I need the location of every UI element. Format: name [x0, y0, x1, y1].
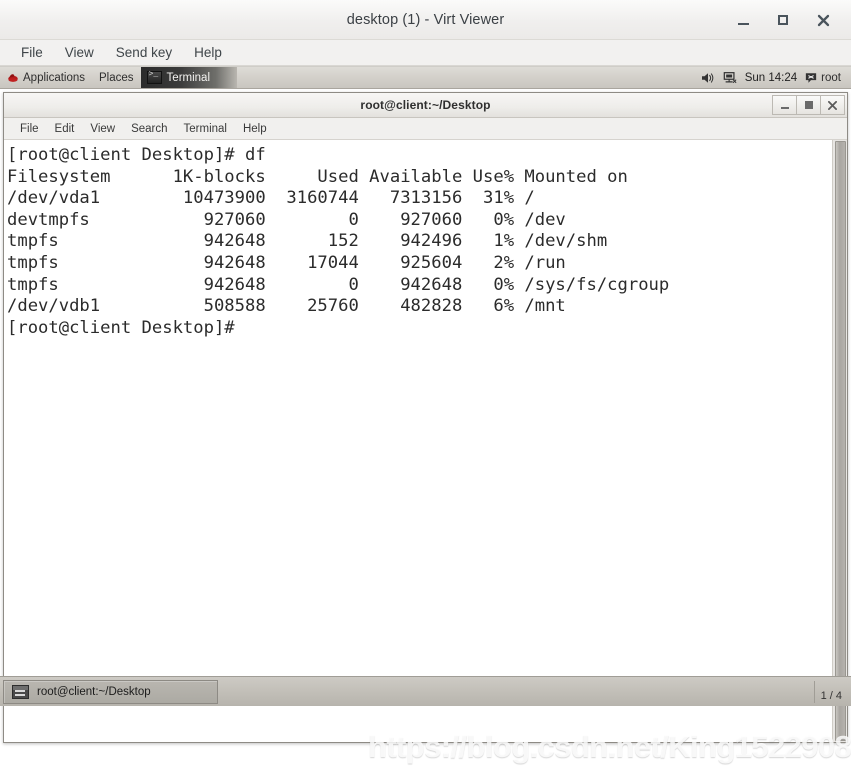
user-status-icon — [805, 72, 817, 84]
virt-viewer-window: desktop (1) - Virt Viewer File View Send… — [0, 0, 851, 706]
taskbar-window-label: root@client:~/Desktop — [37, 686, 151, 698]
viewer-close-button[interactable] — [813, 10, 833, 30]
terminal-menu-terminal[interactable]: Terminal — [176, 122, 235, 136]
terminal-body: [root@client Desktop]# df Filesystem 1K-… — [4, 140, 847, 742]
viewer-menu-file[interactable]: File — [10, 43, 54, 62]
applications-menu-label: Applications — [23, 72, 85, 84]
guest-desktop: Applications Places Terminal — [0, 66, 851, 706]
viewer-menubar: File View Send key Help — [0, 40, 851, 66]
terminal-titlebar: root@client:~/Desktop — [4, 93, 847, 118]
terminal-scrollbar[interactable] — [832, 140, 847, 742]
terminal-menu-file[interactable]: File — [12, 122, 47, 136]
viewer-menu-view[interactable]: View — [54, 43, 105, 62]
terminal-menubar: File Edit View Search Terminal Help — [4, 118, 847, 140]
viewer-window-title: desktop (1) - Virt Viewer — [0, 0, 851, 40]
viewer-window-controls — [733, 0, 843, 40]
viewer-titlebar: desktop (1) - Virt Viewer — [0, 0, 851, 40]
terminal-icon — [12, 685, 29, 699]
taskbar-spacer — [218, 679, 814, 704]
workspace-switcher[interactable]: 1 / 4 — [814, 681, 848, 703]
redhat-logo-icon — [7, 72, 19, 84]
terminal-screen[interactable]: [root@client Desktop]# df Filesystem 1K-… — [4, 140, 832, 742]
volume-icon[interactable] — [701, 72, 715, 84]
terminal-minimize-button[interactable] — [772, 95, 797, 115]
terminal-maximize-button[interactable] — [796, 95, 821, 115]
terminal-window-controls — [773, 95, 845, 115]
terminal-icon — [147, 71, 162, 84]
terminal-close-button[interactable] — [820, 95, 845, 115]
viewer-maximize-button[interactable] — [773, 10, 793, 30]
gnome-top-panel: Applications Places Terminal — [0, 67, 851, 89]
gnome-bottom-panel: root@client:~/Desktop 1 / 4 — [0, 676, 851, 706]
top-panel-window-label: Terminal — [167, 72, 210, 84]
terminal-menu-help[interactable]: Help — [235, 122, 275, 136]
places-menu[interactable]: Places — [92, 67, 141, 88]
taskbar-window-button[interactable]: root@client:~/Desktop — [3, 680, 218, 704]
terminal-scrollbar-thumb[interactable] — [835, 141, 846, 741]
terminal-window-title: root@client:~/Desktop — [4, 93, 847, 117]
terminal-menu-view[interactable]: View — [82, 122, 123, 136]
viewer-minimize-button[interactable] — [733, 10, 753, 30]
gnome-terminal-window: root@client:~/Desktop File Edit View Sea… — [3, 92, 848, 743]
viewer-menu-send-key[interactable]: Send key — [105, 43, 183, 62]
user-name: root — [821, 72, 841, 84]
user-menu[interactable]: root — [805, 72, 845, 84]
terminal-menu-search[interactable]: Search — [123, 122, 175, 136]
clock[interactable]: Sun 14:24 — [745, 72, 797, 84]
network-icon[interactable] — [723, 71, 737, 84]
top-panel-window-terminal[interactable]: Terminal — [141, 67, 237, 88]
top-panel-status-area: Sun 14:24 root — [701, 67, 851, 88]
places-menu-label: Places — [99, 72, 134, 84]
terminal-menu-edit[interactable]: Edit — [47, 122, 83, 136]
top-panel-left: Applications Places Terminal — [0, 67, 237, 88]
applications-menu[interactable]: Applications — [0, 67, 92, 88]
viewer-menu-help[interactable]: Help — [183, 43, 233, 62]
